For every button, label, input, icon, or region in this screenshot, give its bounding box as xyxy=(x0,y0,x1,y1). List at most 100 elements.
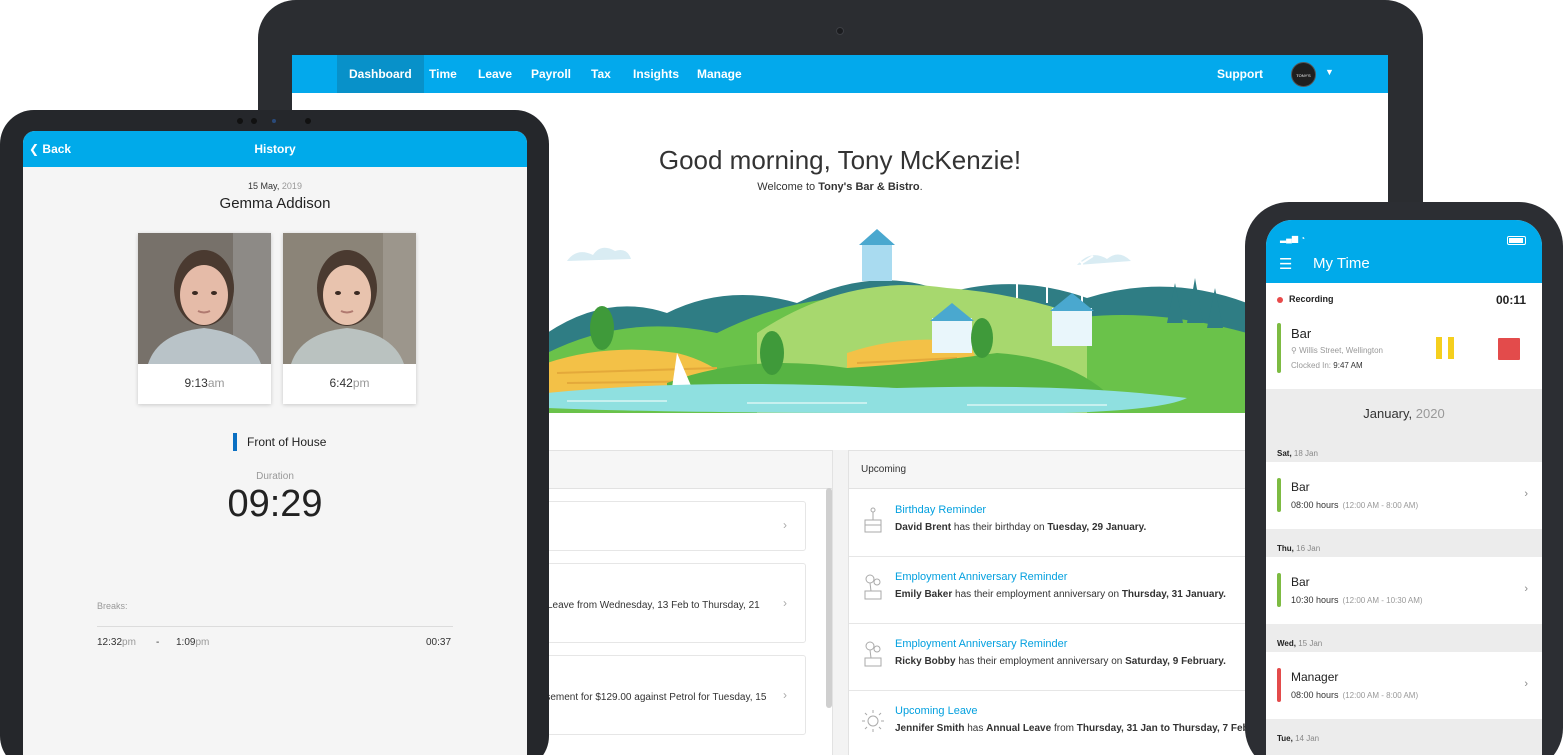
shift-date: 15 May, 2019 xyxy=(23,181,527,191)
month-year: 2020 xyxy=(1415,406,1445,421)
break-start: 12:32pm xyxy=(97,637,136,648)
day-of-week: Thu, xyxy=(1277,544,1294,553)
nav-leave[interactable]: Leave xyxy=(466,55,524,93)
scrollbar[interactable] xyxy=(826,488,832,708)
day-heading: Thu, 16 Jan xyxy=(1277,544,1320,553)
time-entry-role: Bar xyxy=(1291,480,1310,494)
chevron-right-icon: › xyxy=(1524,488,1528,500)
upcoming-item-date: Thursday, 31 Jan to Thursday, 7 Feb, 20 xyxy=(1076,723,1266,734)
upcoming-item-text: Ricky Bobby has their employment anniver… xyxy=(895,656,1226,667)
clock-out-time: 6:42pm xyxy=(283,376,416,390)
balloons-icon xyxy=(864,574,882,600)
nav-dashboard[interactable]: Dashboard xyxy=(337,55,424,93)
laptop-camera xyxy=(836,27,844,35)
shift-date-day: 15 May, xyxy=(248,181,280,191)
page-title: History xyxy=(254,142,296,156)
upcoming-item-title[interactable]: Birthday Reminder xyxy=(895,504,986,516)
upcoming-item[interactable]: Upcoming Leave Jennifer Smith has Annual… xyxy=(849,691,1265,755)
day-of-week: Wed, xyxy=(1277,639,1296,648)
account-avatar[interactable]: TONY'S xyxy=(1291,62,1316,87)
upcoming-item-date: Thursday, 31 January. xyxy=(1121,589,1226,600)
chevron-left-icon: ❮ xyxy=(29,142,40,156)
day-date: 15 Jan xyxy=(1298,639,1323,648)
break-start-time: 12:32 xyxy=(97,637,123,648)
top-nav: Dashboard Time Leave Payroll Tax Insight… xyxy=(292,55,1388,93)
business-name: Tony's Bar & Bistro xyxy=(818,181,920,193)
day-heading: Wed, 15 Jan xyxy=(1277,639,1322,648)
break-end: 1:09pm xyxy=(176,637,209,648)
clock-in-time-value: 9:13 xyxy=(184,376,208,390)
activity-card-text: l Leave from Wednesday, 13 Feb to Thursd… xyxy=(542,600,760,611)
time-entry[interactable]: Bar 08:00 hours (12:00 AM - 8:00 AM) › xyxy=(1266,462,1542,529)
employee-name: Gemma Addison xyxy=(219,195,331,212)
activity-card[interactable]: › xyxy=(538,501,806,551)
welcome-suffix: . xyxy=(919,181,923,193)
upcoming-item-text: Jennifer Smith has Annual Leave from Thu… xyxy=(895,723,1265,734)
clock-in-ampm: am xyxy=(207,376,225,390)
employee-name: Ricky Bobby xyxy=(895,656,956,667)
upcoming-item[interactable]: Employment Anniversary Reminder Ricky Bo… xyxy=(849,624,1249,691)
day-of-week: Tue, xyxy=(1277,734,1293,743)
time-entry[interactable]: Manager 08:00 hours (12:00 AM - 8:00 AM) … xyxy=(1266,652,1542,719)
activity-card[interactable]: rsement for $129.00 against Petrol for T… xyxy=(538,655,806,735)
recording-location-text: Willis Street, Wellington xyxy=(1299,346,1383,355)
upcoming-item-date: Saturday, 9 February. xyxy=(1125,656,1226,667)
recording-location: ⚲ Willis Street, Wellington xyxy=(1291,346,1383,355)
day-heading: Tue, 14 Jan xyxy=(1277,734,1319,743)
nav-insights[interactable]: Insights xyxy=(621,55,691,93)
clock-in-photo-card[interactable]: 9:13am xyxy=(138,233,271,404)
time-entry-role: Manager xyxy=(1291,670,1339,684)
upcoming-item-date: Tuesday, 29 January. xyxy=(1047,522,1147,533)
nav-payroll[interactable]: Payroll xyxy=(519,55,583,93)
upcoming-panel: Upcoming Birthday Reminder David Brent h… xyxy=(848,450,1265,755)
sun-icon xyxy=(862,710,884,732)
stop-button[interactable] xyxy=(1498,338,1520,360)
upcoming-item[interactable]: Employment Anniversary Reminder Emily Ba… xyxy=(849,557,1249,624)
location-pin-icon: ⚲ xyxy=(1291,346,1297,355)
divider xyxy=(97,626,453,627)
upcoming-item-title[interactable]: Upcoming Leave xyxy=(895,705,978,717)
recording-role: Bar xyxy=(1291,326,1312,341)
balloons-icon xyxy=(864,641,882,667)
back-button[interactable]: ❮ Back xyxy=(29,131,71,167)
upcoming-item-title[interactable]: Employment Anniversary Reminder xyxy=(895,638,1067,650)
upcoming-item-title[interactable]: Employment Anniversary Reminder xyxy=(895,571,1067,583)
duration-label: Duration xyxy=(256,471,294,482)
chevron-down-icon[interactable]: ▼ xyxy=(1325,67,1334,77)
month-heading: January, 2020 xyxy=(1266,406,1542,421)
activity-panel-header xyxy=(538,451,832,489)
day-date: 14 Jan xyxy=(1295,734,1320,743)
nav-manage[interactable]: Manage xyxy=(685,55,754,93)
tablet-screen: History ❮ Back 15 May, 2019 Gemma Addiso… xyxy=(23,131,527,755)
upcoming-panel-header: Upcoming xyxy=(849,451,1257,489)
pause-button[interactable] xyxy=(1435,337,1455,359)
clock-out-photo xyxy=(283,233,416,364)
clock-out-ampm: pm xyxy=(352,376,370,390)
upcoming-item[interactable]: Birthday Reminder David Brent has their … xyxy=(849,490,1249,557)
signal-wifi-icon: ▂▄▆ ◔ xyxy=(1280,234,1306,243)
leave-type: Annual Leave xyxy=(986,723,1052,734)
page-title: My Time xyxy=(1313,255,1370,272)
clocked-in-label: Clocked In: xyxy=(1291,361,1332,370)
hours-range: (12:00 AM - 10:30 AM) xyxy=(1342,596,1423,605)
shift-date-year: 2019 xyxy=(281,181,302,191)
device-showcase: Dashboard Time Leave Payroll Tax Insight… xyxy=(0,0,1563,755)
activity-card[interactable]: l Leave from Wednesday, 13 Feb to Thursd… xyxy=(538,563,806,643)
nav-time[interactable]: Time xyxy=(417,55,469,93)
nav-tax[interactable]: Tax xyxy=(579,55,623,93)
nav-support[interactable]: Support xyxy=(1217,55,1263,93)
month-name: January, xyxy=(1363,406,1413,421)
time-entry[interactable]: Bar 10:30 hours (12:00 AM - 10:30 AM) › xyxy=(1266,557,1542,624)
role-color-bar xyxy=(1277,478,1281,512)
chevron-right-icon: › xyxy=(783,688,787,702)
menu-icon[interactable]: ☰ xyxy=(1279,255,1292,273)
activity-panel: › l Leave from Wednesday, 13 Feb to Thur… xyxy=(537,450,833,755)
break-dash: - xyxy=(156,637,160,648)
day-date: 16 Jan xyxy=(1296,544,1321,553)
role-color-bar xyxy=(1277,323,1281,373)
history-header: History ❮ Back xyxy=(23,131,527,167)
clock-out-photo-card[interactable]: 6:42pm xyxy=(283,233,416,404)
clock-out-time-value: 6:42 xyxy=(329,376,353,390)
break-end-time: 1:09 xyxy=(176,637,196,648)
break-end-ampm: pm xyxy=(195,637,210,648)
